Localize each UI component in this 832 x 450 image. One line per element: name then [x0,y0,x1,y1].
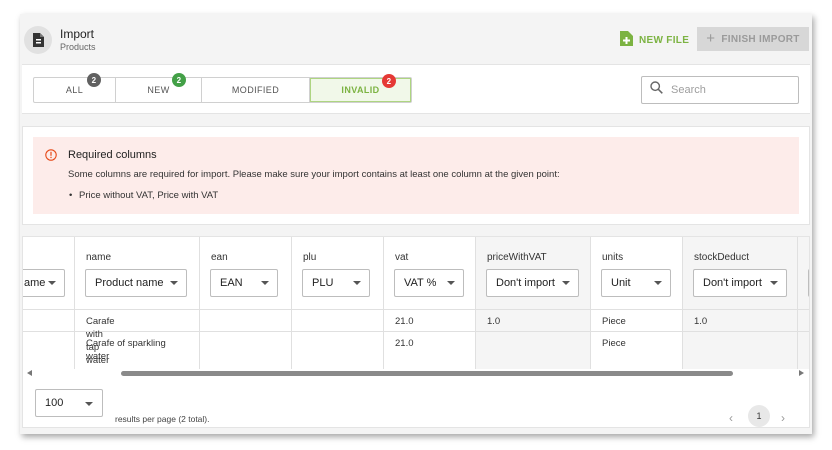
row-divider [23,309,809,310]
tab-invalid[interactable]: INVALID 2 [310,74,411,102]
horizontal-scrollbar[interactable] [23,367,809,379]
cell: Piece [602,316,626,327]
cell: Carafe of sparkling water [86,338,166,362]
scrollbar-thumb[interactable] [121,371,733,376]
column-mapping-select[interactable]: EAN [210,269,278,297]
cell: s [809,337,810,350]
cell: Piece [602,338,626,349]
page-size-value: 100 [45,397,64,409]
column-header: t [809,252,810,263]
column-mapping-select[interactable]: Don't import [693,269,787,297]
tab-label: MODIFIED [231,85,280,95]
alert-card: Required columns Some columns are requir… [22,126,810,225]
count-badge: 2 [382,74,396,88]
file-icon [24,26,52,54]
scroll-right-arrow[interactable] [799,370,804,376]
search-box[interactable] [641,76,799,104]
column-mapping-select[interactable]: Unit [601,269,671,297]
column-mapping-select[interactable]: VAT % [394,269,464,297]
tab-label: ALL [65,85,84,95]
select-value: Unit [611,277,631,289]
top-bar: Import Products NEW FILE + FINISH IMPORT [20,14,812,64]
select-value: EAN [220,277,243,289]
row-divider [23,331,809,332]
finish-import-label: FINISH IMPORT [721,33,800,45]
page-subtitle: Products [60,42,96,52]
status-tabs: ALL 2 NEW 2 MODIFIED INVALID 2 [33,73,412,103]
table-card: ame name Product name ean EAN plu PLU va… [22,236,810,428]
search-icon [650,81,663,99]
column-header: stockDeduct [694,252,750,263]
finish-import-button[interactable]: + FINISH IMPORT [697,27,809,51]
page-1-button[interactable]: 1 [748,405,770,427]
cell: 1.0 [487,316,501,327]
column: ean EAN [200,237,292,369]
plus-icon: + [706,30,716,47]
next-page-icon[interactable]: › [781,411,785,425]
select-value: VAT % [404,277,437,289]
search-input[interactable] [671,84,781,96]
column-header: priceWithVAT [487,252,547,263]
tab-label: NEW [147,85,170,95]
column-mapping-select[interactable]: Product name [85,269,187,297]
column-header: vat [395,252,409,263]
new-file-button[interactable]: NEW FILE [620,31,689,49]
column-header: ean [211,252,228,263]
count-badge: 2 [87,73,101,87]
tab-label: INVALID [341,85,380,95]
alert-title: Required columns [68,149,157,161]
new-file-label: NEW FILE [639,34,690,46]
column: ame [23,237,75,369]
cell: 21.0 [395,316,414,327]
prev-page-icon[interactable]: ‹ [729,411,733,425]
filter-bar: ALL 2 NEW 2 MODIFIED INVALID 2 [22,64,810,114]
select-value: Don't import [496,277,555,289]
column-header: plu [303,252,317,263]
new-file-icon [620,31,633,49]
page-size-select[interactable]: 100 [35,389,103,417]
select-value: Don't import [703,277,762,289]
tab-modified[interactable]: MODIFIED [202,78,310,102]
page-title: Import [60,27,95,41]
column-mapping-select[interactable]: ame [23,269,65,297]
column-header: name [86,252,112,263]
tab-new[interactable]: NEW 2 [116,73,202,102]
results-summary: results per page (2 total). [115,414,210,424]
column: plu PLU [292,237,384,369]
column: priceWithVAT Don't import [476,237,591,369]
import-window: Import Products NEW FILE + FINISH IMPORT… [20,14,812,434]
tab-all[interactable]: ALL 2 [34,73,116,102]
column-mapping-select[interactable] [808,269,809,297]
column-mapping-select[interactable]: PLU [302,269,370,297]
alert-list-item: Price without VAT, Price with VAT [69,190,218,201]
warning-icon [45,148,57,166]
select-value: ame [24,277,46,289]
required-columns-alert: Required columns Some columns are requir… [33,137,799,214]
alert-text: Some columns are required for import. Pl… [68,169,560,180]
count-badge: 2 [172,73,186,87]
column-header: units [602,252,624,263]
select-value: Product name [95,277,164,289]
cell: 21.0 [395,338,414,349]
scroll-left-arrow[interactable] [27,370,32,376]
column: stockDeduct Don't import [683,237,798,369]
select-value: PLU [312,277,334,289]
cell: 1.0 [694,316,708,327]
column-mapping-select[interactable]: Don't import [486,269,579,297]
